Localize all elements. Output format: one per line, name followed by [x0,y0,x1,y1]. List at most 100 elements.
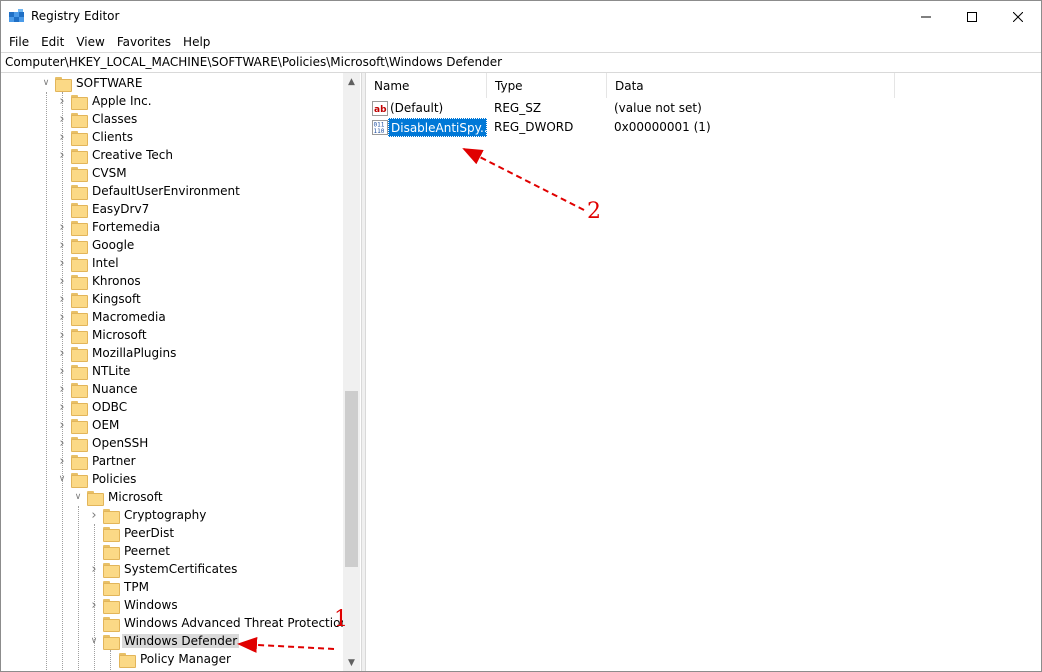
tree-item-cryptography[interactable]: › Cryptography [87,506,208,524]
chevron-down-icon[interactable]: ∨ [39,74,53,92]
tree-item-classes[interactable]: › Classes [55,110,139,128]
tree-item-tpm[interactable]: TPM [87,578,151,596]
tree-item-intel[interactable]: › Intel [55,254,121,272]
chevron-right-icon[interactable]: › [55,128,69,146]
menu-bar: File Edit View Favorites Help [1,32,1041,52]
tree-item-partner[interactable]: › Partner [55,452,138,470]
tree-item-fortemedia[interactable]: › Fortemedia [55,218,162,236]
tree-item-policies-microsoft[interactable]: ∨ Microsoft [71,488,165,506]
tree-item-label: Intel [92,256,119,270]
chevron-right-icon[interactable]: › [87,596,101,614]
chevron-right-icon[interactable]: › [55,254,69,272]
folder-icon [71,310,88,326]
chevron-right-icon[interactable]: › [55,290,69,308]
chevron-right-icon[interactable]: › [55,362,69,380]
scroll-up-icon[interactable]: ▲ [343,73,360,90]
value-data: (value not set) [614,101,702,115]
tree-item-policy-manager[interactable]: Policy Manager [103,650,233,668]
folder-icon [71,436,88,452]
tree-item-ntlite[interactable]: › NTLite [55,362,132,380]
chevron-right-icon[interactable]: › [55,326,69,344]
tree-item-creative-tech[interactable]: › Creative Tech [55,146,175,164]
folder-icon [71,346,88,362]
svg-text:110: 110 [374,128,385,135]
chevron-right-icon[interactable]: › [55,146,69,164]
tree-item-easydrv7[interactable]: EasyDrv7 [55,200,151,218]
tree-item-clients[interactable]: › Clients [55,128,135,146]
chevron-right-icon[interactable]: › [55,308,69,326]
menu-edit[interactable]: Edit [35,32,70,52]
tree-item-label: OpenSSH [92,436,149,450]
tree-item-defaultuserenvironment[interactable]: DefaultUserEnvironment [55,182,242,200]
folder-icon [71,274,88,290]
chevron-right-icon[interactable]: › [87,506,101,524]
menu-help[interactable]: Help [177,32,216,52]
tree-item-label: Kingsoft [92,292,141,306]
chevron-right-icon[interactable]: › [55,110,69,128]
tree-item-label: Apple Inc. [92,94,152,108]
value-type: REG_DWORD [494,120,574,134]
menu-file[interactable]: File [3,32,35,52]
tree-item-peerdist[interactable]: PeerDist [87,524,176,542]
chevron-right-icon[interactable]: › [87,560,101,578]
tree-item-policies[interactable]: ∨ Policies [55,470,138,488]
tree-item-windows-defender[interactable]: ∨ Windows Defender [87,632,240,650]
chevron-right-icon[interactable]: › [55,236,69,254]
annotation-number-1: 1 [334,607,348,632]
tree-item-mozillaplugins[interactable]: › MozillaPlugins [55,344,178,362]
menu-favorites[interactable]: Favorites [111,32,177,52]
tree-item-label: Fortemedia [92,220,161,234]
chevron-down-icon[interactable]: ∨ [87,632,101,650]
tree-item-macromedia[interactable]: › Macromedia [55,308,168,326]
folder-icon [103,562,120,578]
tree-item-cvsm[interactable]: CVSM [55,164,129,182]
tree-item-nuance[interactable]: › Nuance [55,380,140,398]
scroll-down-icon[interactable]: ▼ [343,654,360,671]
tree-item-odbc[interactable]: › ODBC [55,398,129,416]
tree-item-label: EasyDrv7 [92,202,150,216]
tree-item-microsoft[interactable]: › Microsoft [55,326,149,344]
tree-connector [55,182,69,200]
tree-item-kingsoft[interactable]: › Kingsoft [55,290,143,308]
values-list: Name Type Data ab (Default) REG_SZ (valu… [366,73,1041,671]
minimize-button[interactable] [903,1,949,32]
menu-view[interactable]: View [70,32,110,52]
tree-item-windows-advanced-threat-protection[interactable]: Windows Advanced Threat Protection [87,614,350,632]
folder-icon [71,112,88,128]
chevron-right-icon[interactable]: › [55,92,69,110]
column-type[interactable]: Type [487,73,607,98]
tree-item-openssh[interactable]: › OpenSSH [55,434,150,452]
chevron-right-icon[interactable]: › [55,452,69,470]
chevron-right-icon[interactable]: › [55,344,69,362]
value-row-disableantispyware[interactable]: 011 110 DisableAntiSpy... REG_DWORD 0x00… [366,118,1041,137]
tree-item-apple-inc-[interactable]: › Apple Inc. [55,92,154,110]
chevron-right-icon[interactable]: › [55,218,69,236]
column-name[interactable]: Name [366,73,487,98]
tree-item-peernet[interactable]: Peernet [87,542,172,560]
tree-scrollbar[interactable]: ▲ ▼ [343,73,360,671]
tree-item-systemcertificates[interactable]: › SystemCertificates [87,560,239,578]
tree-item-software[interactable]: ∨ SOFTWARE [39,74,144,92]
chevron-right-icon[interactable]: › [55,416,69,434]
chevron-right-icon[interactable]: › [55,434,69,452]
folder-icon [103,526,120,542]
chevron-down-icon[interactable]: ∨ [71,488,85,506]
key-tree: ∨ SOFTWARE › Apple Inc. › Classes › Clients › Cre… [1,73,361,671]
tree-item-khronos[interactable]: › Khronos [55,272,143,290]
tree-item-windows[interactable]: › Windows [87,596,180,614]
annotation-number-2: 2 [587,199,601,224]
scroll-thumb[interactable] [345,391,358,567]
maximize-button[interactable] [949,1,995,32]
column-data[interactable]: Data [607,73,895,98]
value-name-selected[interactable]: DisableAntiSpy... [388,118,487,137]
address-bar[interactable]: Computer\HKEY_LOCAL_MACHINE\SOFTWARE\Pol… [1,52,1041,73]
tree-item-oem[interactable]: › OEM [55,416,121,434]
chevron-down-icon[interactable]: ∨ [55,470,69,488]
chevron-right-icon[interactable]: › [55,380,69,398]
close-button[interactable] [995,1,1041,32]
chevron-right-icon[interactable]: › [55,398,69,416]
tree-item-google[interactable]: › Google [55,236,136,254]
tree-item-label: SOFTWARE [76,76,143,90]
chevron-right-icon[interactable]: › [55,272,69,290]
value-row-default[interactable]: ab (Default) REG_SZ (value not set) [366,99,1041,118]
